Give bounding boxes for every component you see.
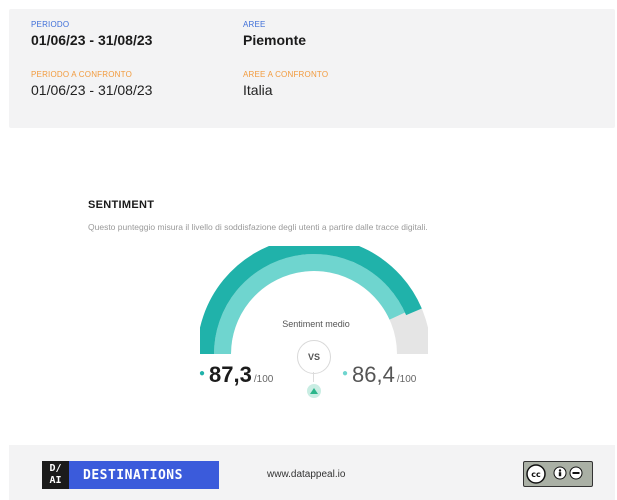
vs-divider	[313, 372, 314, 382]
compare-areas-value: Italia	[243, 82, 273, 98]
footer: D/AI DESTINATIONS www.datappeal.io cc	[9, 445, 615, 500]
brand-logo: DESTINATIONS	[69, 461, 219, 489]
sentiment-title: SENTIMENT	[88, 199, 155, 211]
compare-score-value: 86,4	[352, 362, 395, 387]
primary-score-max: /100	[253, 374, 274, 385]
svg-text:cc: cc	[531, 470, 541, 479]
primary-score: ● 87,3/100	[199, 362, 273, 388]
compare-dot-icon: ●	[342, 368, 349, 379]
compare-areas-filter[interactable]: AREE A CONFRONTO Italia	[243, 70, 328, 98]
gauge-label: Sentiment medio	[282, 319, 350, 329]
areas-value: Piemonte	[243, 32, 307, 48]
website-link[interactable]: www.datappeal.io	[267, 469, 345, 480]
trend-up-icon	[307, 384, 321, 398]
compare-score-max: /100	[396, 374, 417, 385]
areas-filter[interactable]: AREE Piemonte	[243, 20, 306, 48]
cc-by-nc-icon: cc	[523, 461, 593, 487]
areas-label: AREE	[243, 20, 266, 29]
period-filter[interactable]: PERIODO 01/06/23 - 31/08/23	[31, 20, 152, 48]
datappeal-logo-icon: D/AI	[42, 461, 69, 489]
primary-score-value: 87,3	[209, 362, 252, 387]
vs-circle: VS	[297, 340, 331, 374]
compare-period-filter[interactable]: PERIODO A CONFRONTO 01/06/23 - 31/08/23	[31, 70, 152, 98]
compare-areas-label: AREE A CONFRONTO	[243, 70, 329, 79]
sentiment-description: Questo punteggio misura il livello di so…	[88, 222, 428, 232]
compare-period-label: PERIODO A CONFRONTO	[31, 70, 132, 79]
compare-period-value: 01/06/23 - 31/08/23	[31, 82, 153, 98]
period-label: PERIODO	[31, 20, 70, 29]
compare-score: ● 86,4/100	[342, 362, 416, 388]
period-value: 01/06/23 - 31/08/23	[31, 32, 153, 48]
primary-dot-icon: ●	[199, 368, 206, 379]
